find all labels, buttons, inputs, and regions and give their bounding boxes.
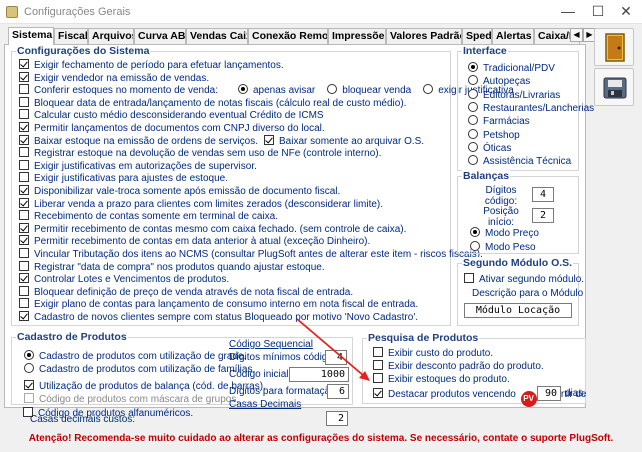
tab-sistema[interactable]: Sistema [8,27,54,45]
warning-message: Atenção! Recomenda-se muito cuidado ao a… [28,433,614,444]
annotation-arrow [296,318,370,381]
